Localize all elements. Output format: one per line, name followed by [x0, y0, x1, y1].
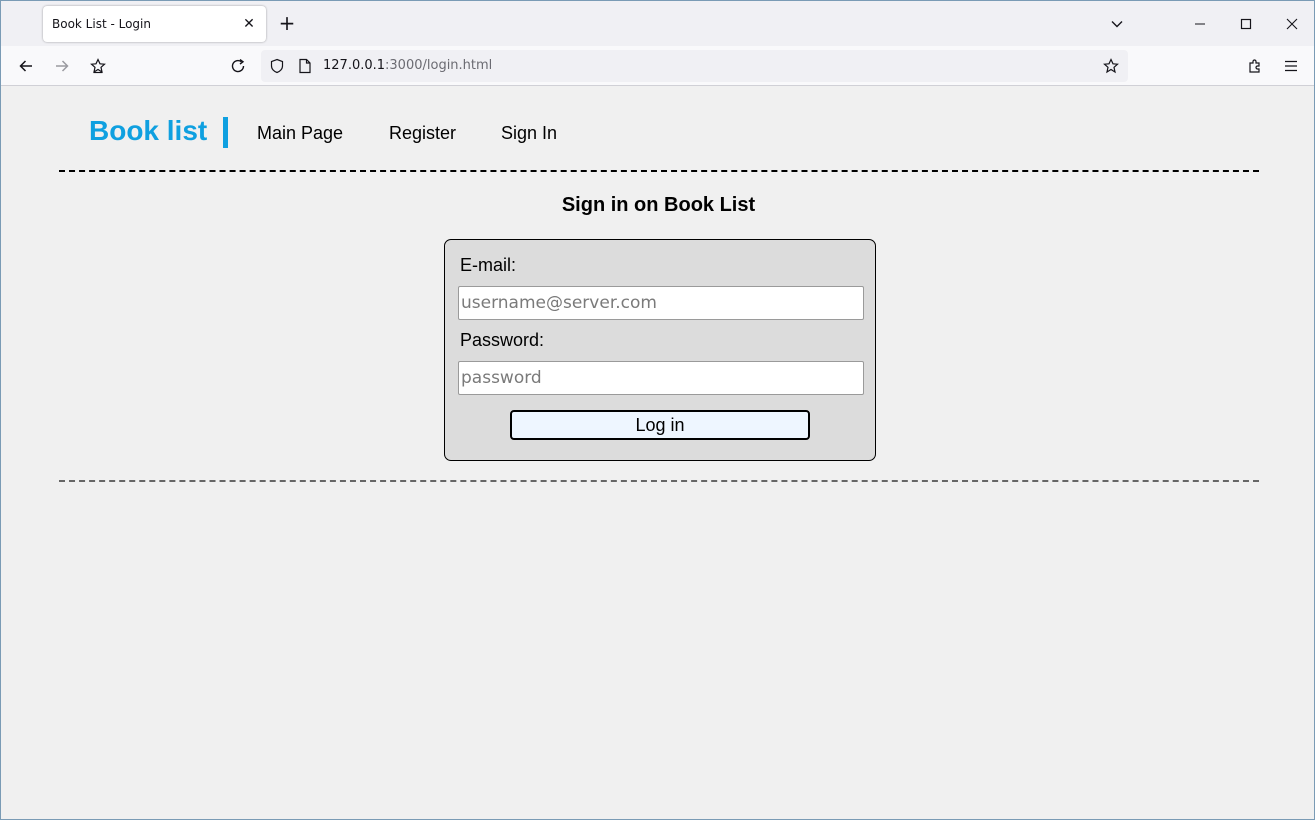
home-icon[interactable]	[85, 53, 111, 79]
page-icon	[298, 58, 312, 79]
forward-arrow-icon[interactable]	[49, 53, 75, 79]
tab-active[interactable]: Book List - Login ✕	[43, 6, 266, 42]
navigation-toolbar: 127.0.0.1:3000/login.html	[1, 46, 1314, 86]
reload-icon[interactable]	[225, 53, 251, 79]
divider-top	[59, 170, 1259, 172]
close-window-icon[interactable]	[1279, 11, 1305, 37]
url-host: 127.0.0.1	[323, 58, 386, 73]
maximize-icon[interactable]	[1233, 11, 1259, 37]
email-field[interactable]	[458, 286, 864, 320]
password-label: Password:	[460, 330, 545, 350]
password-field[interactable]	[458, 361, 864, 395]
hamburger-menu-icon[interactable]	[1278, 53, 1304, 79]
extensions-puzzle-icon[interactable]	[1242, 53, 1268, 79]
brand-logo[interactable]: Book list	[89, 115, 207, 147]
url-bar[interactable]: 127.0.0.1:3000/login.html	[261, 50, 1128, 82]
new-tab-plus-icon[interactable]: +	[276, 12, 298, 34]
email-label: E-mail:	[460, 255, 517, 275]
tab-list-chevron-down-icon[interactable]	[1104, 11, 1130, 37]
tab-title: Book List - Login	[52, 17, 151, 31]
browser-window: Book List - Login ✕ + 127.0.0.1:3000/log…	[0, 0, 1315, 820]
brand-divider	[223, 117, 228, 148]
page-title: Sign in on Book List	[561, 194, 756, 216]
nav-link-sign-in[interactable]: Sign In	[501, 123, 557, 144]
minimize-icon[interactable]	[1187, 11, 1213, 37]
back-arrow-icon[interactable]	[13, 53, 39, 79]
url-text[interactable]: 127.0.0.1:3000/login.html	[323, 58, 492, 73]
url-path: :3000/login.html	[385, 58, 493, 73]
bookmark-star-icon[interactable]	[1103, 58, 1119, 79]
divider-bottom	[59, 480, 1259, 482]
page-content: Book list Main Page Register Sign In Sig…	[1, 87, 1314, 820]
nav-link-register[interactable]: Register	[389, 123, 456, 144]
tab-bar: Book List - Login ✕ +	[1, 1, 1314, 46]
shield-icon[interactable]	[269, 58, 285, 79]
login-button[interactable]: Log in	[510, 410, 810, 440]
nav-link-main-page[interactable]: Main Page	[257, 123, 343, 144]
tab-close-icon[interactable]: ✕	[239, 14, 259, 34]
login-form: E-mail: Password: Log in	[444, 239, 876, 461]
